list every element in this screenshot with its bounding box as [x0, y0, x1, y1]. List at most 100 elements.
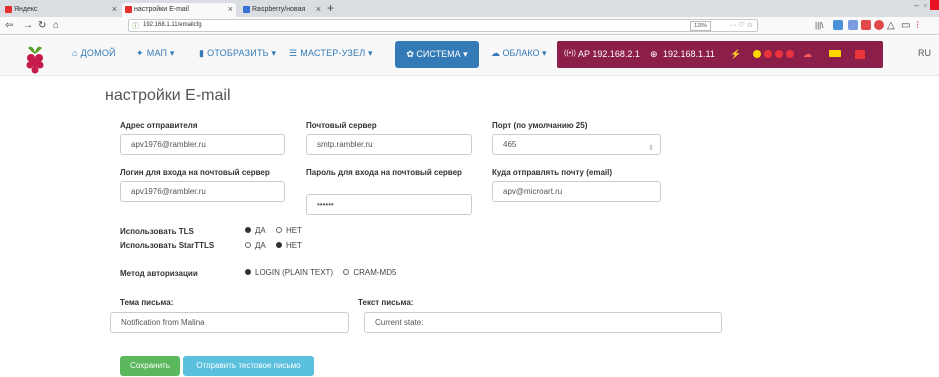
- maximize-icon[interactable]: ▫: [924, 0, 927, 10]
- bar-chart-icon: ▮: [199, 48, 205, 58]
- cloud-icon: ☁: [491, 48, 503, 58]
- tab-label: настройки E-mail: [134, 6, 189, 13]
- address-bar[interactable]: ⓘ 192.168.1.11/emailcfg 120% ··· ♡ ☆: [128, 19, 758, 32]
- nav-cloud[interactable]: ☁ ОБЛАКО ▾: [491, 48, 547, 59]
- close-icon[interactable]: ×: [316, 3, 321, 16]
- starttls-yes-label: ДА: [255, 241, 266, 250]
- status-indicator-icon: [764, 50, 772, 58]
- back-icon[interactable]: ⇦: [5, 19, 13, 32]
- tls-radio-group: ДА НЕТ: [245, 226, 302, 235]
- nav-master-label: МАСТЕР-УЗЕЛ ▾: [300, 48, 373, 58]
- ip-address: 192.168.1.11: [663, 49, 715, 59]
- starttls-radio-group: ДА НЕТ: [245, 241, 302, 250]
- nav-display-label: ОТОБРАЗИТЬ ▾: [207, 48, 277, 58]
- subject-input[interactable]: Notification from Malina: [110, 312, 349, 333]
- close-icon[interactable]: ×: [228, 3, 233, 16]
- status-indicator-icon: [786, 50, 794, 58]
- browser-tab-raspberry[interactable]: Raspberry/новая ×: [240, 3, 324, 17]
- library-icon[interactable]: |||\: [815, 19, 823, 32]
- extension-icon[interactable]: [833, 20, 843, 30]
- minimize-icon[interactable]: –: [914, 0, 919, 10]
- reload-icon[interactable]: ↻: [38, 19, 46, 32]
- home-browser-icon[interactable]: ⌂: [53, 19, 59, 32]
- status-bar: ((•)) AP 192.168.2.1 ⊕ 192.168.1.11 ⚡ ☁: [557, 41, 883, 68]
- destination-input[interactable]: apv@microart.ru: [492, 181, 661, 202]
- window-close-icon[interactable]: [930, 0, 939, 10]
- starttls-no-radio[interactable]: [276, 241, 282, 248]
- info-icon: ⓘ: [132, 23, 139, 30]
- wifi-ap-icon: ((•)): [564, 50, 576, 57]
- nav-home-label: ДОМОЙ: [80, 48, 116, 58]
- server-label: Почтовый сервер: [306, 121, 377, 130]
- sender-input[interactable]: apv1976@rambler.ru: [120, 134, 285, 155]
- browser-tab-yandex[interactable]: Яндекс ×: [2, 3, 120, 17]
- tls-yes-label: ДА: [255, 226, 266, 235]
- auth-method-label: Метод авторизации: [120, 269, 198, 278]
- home-icon: ⌂: [72, 48, 78, 58]
- cloud-status-icon: ☁: [803, 49, 812, 59]
- extension-icon[interactable]: [874, 20, 884, 30]
- tls-yes-radio[interactable]: [245, 226, 251, 233]
- server-input[interactable]: smtp.rambler.ru: [306, 134, 472, 155]
- auth-cram-radio[interactable]: [343, 268, 350, 275]
- map-icon: ✦: [136, 48, 144, 58]
- status-indicator-icon: [775, 50, 783, 58]
- nav-display[interactable]: ▮ ОТОБРАЗИТЬ ▾: [199, 48, 276, 59]
- app-navbar: ⌂ ДОМОЙ ✦ МАП ▾ ▮ ОТОБРАЗИТЬ ▾ ☰ МАСТЕР-УЗЕЛ…: [0, 36, 939, 76]
- starttls-label: Использовать StarTTLS: [120, 241, 215, 250]
- status-indicator-icon: [753, 50, 761, 58]
- browser-tab-bar: Яндекс × настройки E-mail × Raspberry/но…: [0, 0, 939, 17]
- alert-icon: [855, 50, 865, 59]
- port-value: 465: [503, 140, 517, 149]
- raspberry-favicon-icon: [125, 6, 132, 13]
- nav-master-node[interactable]: ☰ МАСТЕР-УЗЕЛ ▾: [289, 48, 373, 59]
- account-icon[interactable]: △: [887, 19, 895, 32]
- auth-cram-label: CRAM-MD5: [353, 268, 397, 277]
- nav-cloud-label: ОБЛАКО ▾: [502, 48, 547, 58]
- menu-icon[interactable]: ⁝: [916, 19, 919, 32]
- login-input[interactable]: apv1976@rambler.ru: [120, 181, 285, 202]
- sender-label: Адрес отправителя: [120, 121, 198, 130]
- page-title: настройки E-mail: [105, 87, 231, 104]
- password-input[interactable]: ••••••: [306, 194, 472, 215]
- send-test-email-button[interactable]: Отправить тестовое письмо: [183, 356, 314, 376]
- nav-system[interactable]: ✿ СИСТЕМА ▾: [395, 41, 479, 68]
- save-button[interactable]: Сохранить: [120, 356, 180, 376]
- yandex-favicon-icon: [5, 6, 12, 13]
- nav-map[interactable]: ✦ МАП ▾: [136, 48, 175, 59]
- lightning-icon: ⚡: [730, 49, 742, 59]
- browser-tab-email-settings[interactable]: настройки E-mail ×: [122, 3, 236, 17]
- ap-address: AP 192.168.2.1: [578, 49, 640, 59]
- tls-no-label: НЕТ: [286, 226, 302, 235]
- new-tab-icon[interactable]: +: [327, 1, 334, 15]
- tab-label: Яндекс: [14, 6, 38, 13]
- extension-icon[interactable]: [848, 20, 858, 30]
- auth-login-radio[interactable]: [245, 268, 251, 275]
- starttls-no-label: НЕТ: [286, 241, 302, 250]
- nav-home[interactable]: ⌂ ДОМОЙ: [72, 48, 116, 58]
- password-label: Пароль для входа на почтовый сервер: [306, 168, 462, 177]
- language-selector[interactable]: RU: [918, 48, 931, 58]
- body-label: Текст письма:: [358, 298, 414, 307]
- network-icon: ⊕: [650, 49, 658, 59]
- tls-label: Использовать TLS: [120, 227, 194, 236]
- auth-radio-group: LOGIN (PLAIN TEXT) CRAM-MD5: [245, 268, 396, 277]
- login-label: Логин для входа на почтовый сервер: [120, 168, 270, 177]
- spinner-icon[interactable]: ⇳: [648, 139, 654, 158]
- tab-label: Raspberry/новая: [252, 6, 306, 13]
- forward-icon[interactable]: →: [23, 19, 33, 32]
- browser-nav-bar: ⇦ → ↻ ⌂ ⓘ 192.168.1.11/emailcfg 120% ···…: [0, 17, 939, 35]
- close-icon[interactable]: ×: [112, 3, 117, 16]
- body-input[interactable]: Current state:: [364, 312, 722, 333]
- list-icon: ☰: [289, 48, 298, 58]
- port-input[interactable]: 465 ⇳: [492, 134, 661, 155]
- battery-icon: [829, 50, 841, 57]
- page-actions-icon[interactable]: ··· ♡ ☆: [730, 20, 753, 31]
- extension-icon[interactable]: [861, 20, 871, 30]
- destination-label: Куда отправлять почту (email): [492, 168, 613, 177]
- tls-no-radio[interactable]: [276, 226, 282, 233]
- sidebar-icon[interactable]: ▭: [901, 19, 910, 32]
- subject-label: Тема письма:: [120, 298, 174, 307]
- zoom-level[interactable]: 120%: [690, 21, 711, 31]
- starttls-yes-radio[interactable]: [245, 241, 251, 248]
